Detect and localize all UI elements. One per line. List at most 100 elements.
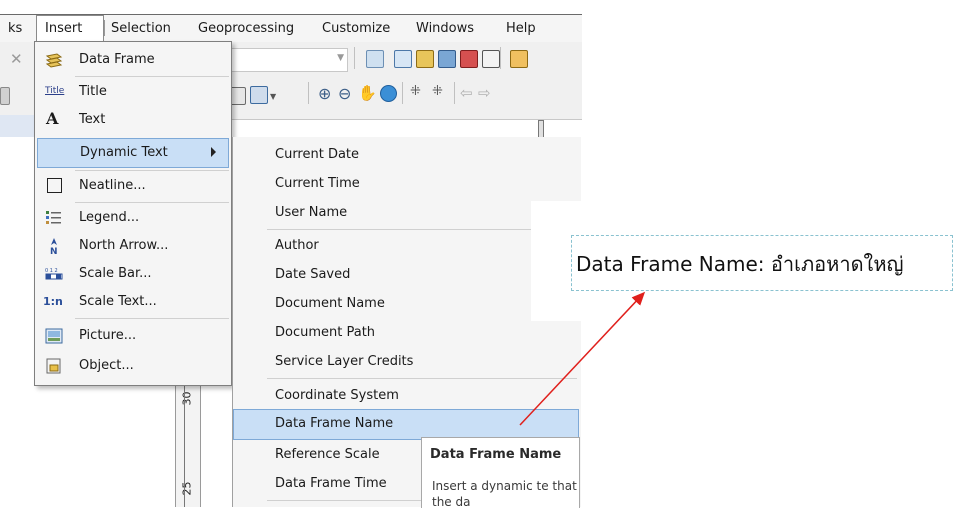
toolbar-separator <box>308 82 309 104</box>
data-frame-icon <box>45 52 63 68</box>
menu-item-label: Text <box>79 112 106 127</box>
menu-help[interactable]: Help <box>506 21 536 36</box>
menu-item-label: Author <box>275 238 319 253</box>
fixed-zoom-out-icon[interactable]: ⁜ <box>432 84 443 99</box>
menu-bar: ks Insert Selection Geoprocessing Custom… <box>0 14 582 42</box>
layout-icon[interactable] <box>0 87 10 105</box>
menu-item-label: Dynamic Text <box>80 145 168 160</box>
ruler-label: 25 <box>180 481 194 496</box>
zoom-in-icon[interactable]: ⊕ <box>318 84 331 103</box>
insert-picture-item[interactable]: Picture... <box>35 322 231 350</box>
menu-insert[interactable]: Insert <box>36 15 104 42</box>
menu-divider <box>75 76 229 77</box>
toolbar-separator <box>500 47 501 69</box>
insert-title-item[interactable]: Title Title <box>35 78 231 106</box>
north-arrow-icon: N <box>45 238 63 257</box>
search-window-icon[interactable] <box>438 50 456 68</box>
menu-item-label: Coordinate System <box>275 388 399 403</box>
catalog-icon[interactable] <box>416 50 434 68</box>
close-icon[interactable]: ✕ <box>10 50 23 68</box>
neatline-icon <box>47 178 62 193</box>
menu-divider <box>75 318 229 319</box>
tooltip: Data Frame Name Insert a dynamic te that… <box>421 437 580 508</box>
table-icon[interactable] <box>394 50 412 68</box>
legend-icon <box>45 210 63 226</box>
scale-combo[interactable]: ▼ <box>228 48 348 72</box>
vertical-ruler: 30 25 <box>175 378 201 507</box>
tooltip-body: Insert a dynamic te that displays the da <box>432 479 579 508</box>
menu-item-label: North Arrow... <box>79 238 169 253</box>
menu-item-label: Service Layer Credits <box>275 354 414 369</box>
menu-item-label: Picture... <box>79 328 137 343</box>
ruler-tick <box>184 378 185 507</box>
vertical-scroll-marker <box>538 120 544 138</box>
submenu-arrow-icon <box>211 147 216 157</box>
title-icon: Title <box>45 86 65 96</box>
picture-icon <box>45 328 63 344</box>
full-extent-icon[interactable] <box>380 85 397 102</box>
arctoolbox-icon[interactable] <box>460 50 478 68</box>
menu-insert-label: Insert <box>45 21 83 36</box>
text-icon: A <box>46 109 59 128</box>
fixed-zoom-in-icon[interactable]: ⁜ <box>410 84 421 99</box>
annotation-text: Data Frame Name: อำเภอหาดใหญ่ <box>576 252 904 276</box>
menu-item-label: Data Frame Time <box>275 476 387 491</box>
dynamic-user-name-item[interactable]: User Name <box>233 198 579 227</box>
pan-icon[interactable]: ✋ <box>358 84 377 102</box>
menu-item-label: Legend... <box>79 210 140 225</box>
menu-item-label: Neatline... <box>79 178 146 193</box>
zoom-out-icon[interactable]: ⊖ <box>338 84 351 103</box>
menu-separator <box>104 20 105 36</box>
insert-dropdown-menu: Data Frame Title Title A Text Dynamic Te… <box>34 41 232 386</box>
menu-item-label: Title <box>79 84 107 99</box>
insert-scale-text-item[interactable]: 1:n Scale Text... <box>35 288 231 316</box>
insert-object-item[interactable]: Object... <box>35 352 231 380</box>
menu-item-label: Object... <box>79 358 134 373</box>
menu-item-label: Document Path <box>275 325 376 340</box>
menu-windows[interactable]: Windows <box>416 21 474 36</box>
insert-dynamic-text-item[interactable]: Dynamic Text <box>37 138 229 168</box>
menu-item-label: Date Saved <box>275 267 351 282</box>
modelbuilder-icon[interactable] <box>510 50 528 68</box>
insert-text-item[interactable]: A Text <box>35 106 231 134</box>
menu-geoprocessing[interactable]: Geoprocessing <box>198 21 294 36</box>
menu-item-label: Document Name <box>275 296 385 311</box>
menu-divider <box>75 202 229 203</box>
menu-item-label: Current Date <box>275 147 360 162</box>
python-window-icon[interactable] <box>482 50 500 68</box>
menu-item-label: Data Frame Name <box>275 416 394 431</box>
insert-neatline-item[interactable]: Neatline... <box>35 172 231 200</box>
toolbar-separator <box>354 47 355 69</box>
back-icon[interactable]: ⇦ <box>460 84 473 102</box>
menu-bookmarks[interactable]: ks <box>8 21 22 36</box>
insert-data-frame-item[interactable]: Data Frame <box>35 46 231 74</box>
insert-north-arrow-item[interactable]: N North Arrow... <box>35 232 231 260</box>
menu-item-label: Scale Text... <box>79 294 157 309</box>
annotation-arrow <box>519 291 646 426</box>
page-setup-icon[interactable] <box>250 86 268 104</box>
layout-view[interactable] <box>232 119 582 138</box>
menu-divider <box>75 170 229 171</box>
annotation-callout: Data Frame Name: อำเภอหาดใหญ่ <box>571 235 953 291</box>
toolbar-separator <box>402 82 403 104</box>
svg-text:0 1 2: 0 1 2 <box>45 268 58 274</box>
dynamic-author-item[interactable]: Author <box>233 231 579 260</box>
menu-customize[interactable]: Customize <box>322 21 390 36</box>
toolbar-separator <box>454 82 455 104</box>
dynamic-current-time-item[interactable]: Current Time <box>233 169 579 198</box>
scale-bar-icon: 0 1 2 <box>45 266 63 282</box>
insert-scale-bar-item[interactable]: 0 1 2 Scale Bar... <box>35 260 231 288</box>
menu-selection[interactable]: Selection <box>111 21 171 36</box>
forward-icon[interactable]: ⇨ <box>478 84 491 102</box>
editor-icon[interactable] <box>366 50 384 68</box>
dynamic-current-date-item[interactable]: Current Date <box>233 140 579 169</box>
chevron-down-icon[interactable]: ▼ <box>270 92 276 101</box>
object-icon <box>45 358 63 374</box>
ruler-label: 30 <box>180 391 194 406</box>
insert-legend-item[interactable]: Legend... <box>35 204 231 232</box>
menu-item-label: Current Time <box>275 176 360 191</box>
menu-item-label: Reference Scale <box>275 447 380 462</box>
tooltip-title: Data Frame Name <box>430 447 562 462</box>
menu-item-label: Scale Bar... <box>79 266 152 281</box>
scale-text-icon: 1:n <box>43 295 63 308</box>
